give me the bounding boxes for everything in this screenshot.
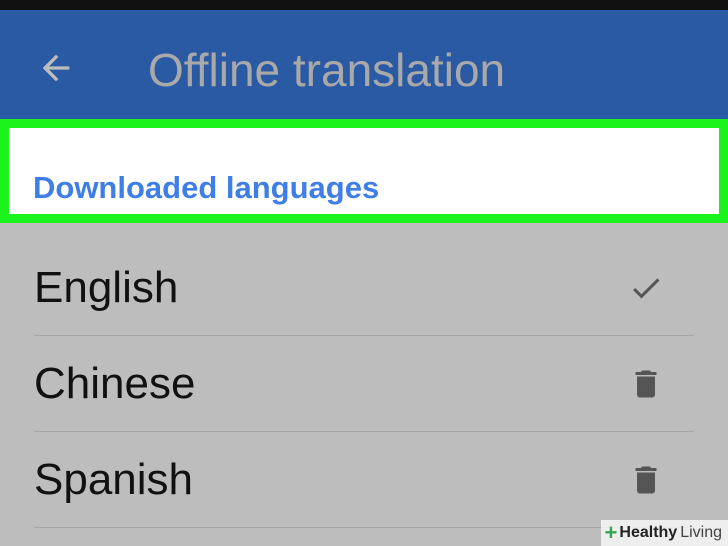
language-item-english[interactable]: English [0, 240, 728, 336]
checkmark-icon [626, 266, 666, 310]
watermark-logo: + Healthy Living [600, 520, 728, 546]
watermark-text: Living [680, 524, 722, 541]
language-name: Spanish [34, 455, 194, 504]
app-bar: Offline translation [0, 10, 728, 120]
language-item-spanish[interactable]: Spanish [0, 432, 728, 528]
plus-icon: + [604, 520, 618, 545]
status-bar [0, 0, 728, 10]
divider [34, 527, 694, 528]
trash-icon[interactable] [626, 362, 666, 406]
section-header: Downloaded languages [33, 170, 380, 205]
watermark-text: Healthy [619, 524, 678, 541]
arrow-left-icon [42, 54, 70, 82]
language-item-chinese[interactable]: Chinese [0, 336, 728, 432]
language-name: English [34, 263, 179, 312]
trash-icon[interactable] [626, 458, 666, 502]
language-list: English Chinese Spanish [0, 240, 728, 528]
page-title: Offline translation [148, 44, 506, 96]
downloaded-languages-header-highlight: Downloaded languages [0, 119, 728, 223]
back-button[interactable] [28, 40, 84, 96]
language-name: Chinese [34, 359, 196, 408]
